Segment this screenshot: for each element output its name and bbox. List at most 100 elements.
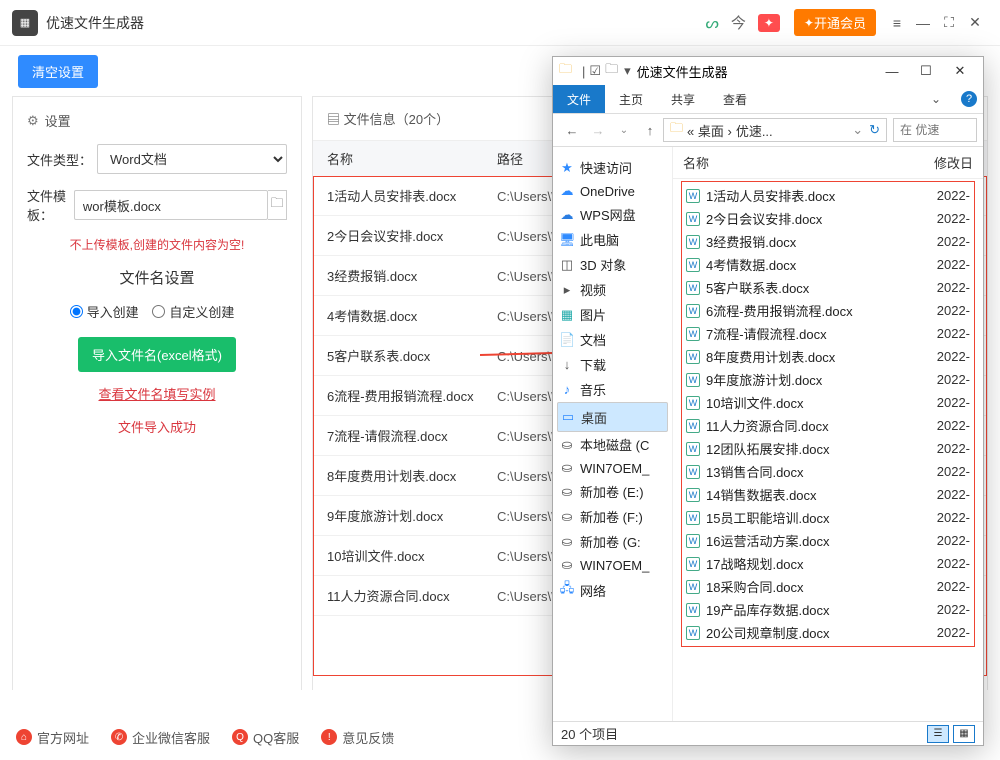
explorer-list: 名称 修改日 W1活动人员安排表.docx2022-W2今日会议安排.docx2… — [673, 147, 983, 721]
tab-share[interactable]: 共享 — [657, 85, 709, 113]
file-date: 2022- — [920, 533, 970, 548]
explorer-col-name[interactable]: 名称 — [683, 153, 923, 172]
radio-import[interactable]: 导入创建 — [70, 302, 139, 321]
sidebar-item[interactable]: ⛀ 新加卷 (F:) — [557, 504, 668, 529]
footer-qq[interactable]: QQQ客服 — [232, 728, 299, 747]
sidebar-icon: ⛀ — [559, 509, 575, 525]
sidebar-item[interactable]: ★快速访问 — [557, 155, 668, 180]
file-row[interactable]: W6流程-费用报销流程.docx2022- — [684, 299, 972, 322]
sidebar-item[interactable]: ▸视频 — [557, 277, 668, 302]
browse-template-button[interactable]: 🗀 — [268, 190, 287, 220]
explorer-minimize[interactable]: — — [875, 64, 909, 79]
sidebar-label: 新加卷 (F:) — [580, 507, 643, 526]
sidebar-item[interactable]: ↓下载 — [557, 352, 668, 377]
sidebar-item[interactable]: 📄文档 — [557, 327, 668, 352]
docx-icon: W — [686, 626, 700, 640]
view-details-icon[interactable]: ☰ — [927, 725, 949, 743]
maximize-icon[interactable]: ⛶ — [936, 14, 962, 31]
sidebar-item[interactable]: 🖥此电脑 — [557, 227, 668, 252]
explorer-col-date[interactable]: 修改日 — [923, 153, 973, 172]
path-bar[interactable]: 🗀 « 桌面 › 优速... ⌄ ↻ — [663, 118, 887, 142]
footer-feedback[interactable]: !意见反馈 — [321, 728, 394, 747]
qq-icon: Q — [232, 729, 248, 745]
example-link[interactable]: 查看文件名填写实例 — [27, 384, 287, 403]
file-row[interactable]: W5客户联系表.docx2022- — [684, 276, 972, 299]
file-date: 2022- — [920, 395, 970, 410]
sidebar-label: 新加卷 (G: — [580, 532, 641, 551]
view-icons-icon[interactable]: ▦ — [953, 725, 975, 743]
minimize-icon[interactable]: — — [910, 15, 936, 31]
tab-view[interactable]: 查看 — [709, 85, 761, 113]
sidebar-item[interactable]: ◫3D 对象 — [557, 252, 668, 277]
file-row[interactable]: W18采购合同.docx2022- — [684, 575, 972, 598]
tab-home[interactable]: 主页 — [605, 85, 657, 113]
nav-back[interactable]: ← — [559, 123, 585, 138]
sidebar-label: WIN7OEM_ — [580, 461, 649, 476]
sidebar-icon: 🖧 — [559, 579, 575, 601]
file-row[interactable]: W20公司规章制度.docx2022- — [684, 621, 972, 644]
file-row[interactable]: W16运营活动方案.docx2022- — [684, 529, 972, 552]
close-icon[interactable]: ✕ — [962, 14, 988, 31]
file-row[interactable]: W13销售合同.docx2022- — [684, 460, 972, 483]
refresh-icon[interactable]: ↻ — [869, 122, 880, 138]
explorer-close[interactable]: ✕ — [943, 63, 977, 79]
snake-icon[interactable]: ᔕ — [705, 14, 718, 32]
username-initial[interactable]: 今 — [731, 12, 746, 33]
tab-file[interactable]: 文件 — [553, 85, 605, 113]
sidebar-item[interactable]: ☁OneDrive — [557, 180, 668, 202]
nav-up[interactable]: ↑ — [637, 123, 663, 138]
file-row[interactable]: W8年度费用计划表.docx2022- — [684, 345, 972, 368]
sidebar-item[interactable]: ⛀WIN7OEM_ — [557, 457, 668, 479]
path-dropdown-icon[interactable]: ⌄ — [852, 122, 863, 138]
sidebar-item[interactable]: ▭桌面 — [557, 402, 668, 432]
file-icon: ▤ — [327, 112, 344, 127]
folder-icon: 🗀 — [559, 60, 572, 82]
file-row[interactable]: W4考情数据.docx2022- — [684, 253, 972, 276]
file-name: 9年度旅游计划.docx — [706, 370, 920, 389]
file-row[interactable]: W3经费报销.docx2022- — [684, 230, 972, 253]
file-row[interactable]: W14销售数据表.docx2022- — [684, 483, 972, 506]
file-row[interactable]: W17战略规划.docx2022- — [684, 552, 972, 575]
path-folder-icon: 🗀 — [670, 119, 683, 141]
sidebar-item[interactable]: ☁WPS网盘 — [557, 202, 668, 227]
sidebar-item[interactable]: ⛀本地磁盘 (C — [557, 432, 668, 457]
vip-button[interactable]: ✦ 开通会员 — [794, 9, 876, 36]
menu-icon[interactable]: ≡ — [884, 15, 910, 31]
badge-icon[interactable]: ✦ — [758, 14, 780, 32]
sidebar-label: WPS网盘 — [580, 205, 636, 224]
qat-checkbox-icon[interactable]: ☑ — [589, 63, 601, 79]
sidebar-item[interactable]: 🖧网络 — [557, 576, 668, 604]
qat-folder-icon[interactable]: 🗀 — [605, 60, 618, 82]
file-row[interactable]: W7流程-请假流程.docx2022- — [684, 322, 972, 345]
sidebar-item[interactable]: ⛀WIN7OEM_ — [557, 554, 668, 576]
nav-history-dropdown[interactable]: ⌄ — [611, 125, 637, 136]
footer-site[interactable]: ⌂官方网址 — [16, 728, 89, 747]
docx-icon: W — [686, 580, 700, 594]
sidebar-item[interactable]: ♪音乐 — [557, 377, 668, 402]
ribbon-expand[interactable]: ⌄ — [917, 85, 955, 113]
template-input[interactable] — [74, 190, 268, 220]
file-row[interactable]: W11人力资源合同.docx2022- — [684, 414, 972, 437]
file-row[interactable]: W1活动人员安排表.docx2022- — [684, 184, 972, 207]
qat-dropdown-icon[interactable]: ▾ — [624, 63, 631, 79]
file-row[interactable]: W12团队拓展安排.docx2022- — [684, 437, 972, 460]
file-type-select[interactable]: Word文档 — [97, 144, 287, 174]
radio-custom[interactable]: 自定义创建 — [152, 302, 234, 321]
file-name: 16运营活动方案.docx — [706, 531, 920, 550]
file-row[interactable]: W19产品库存数据.docx2022- — [684, 598, 972, 621]
nav-forward[interactable]: → — [585, 123, 611, 138]
import-filenames-button[interactable]: 导入文件名(excel格式) — [78, 337, 236, 372]
footer-wechat[interactable]: ✆企业微信客服 — [111, 728, 210, 747]
file-row[interactable]: W2今日会议安排.docx2022- — [684, 207, 972, 230]
sidebar-item[interactable]: ⛀新加卷 (G: — [557, 529, 668, 554]
explorer-titlebar[interactable]: 🗀 | ☑ 🗀 ▾ 优速文件生成器 — ☐ ✕ — [553, 57, 983, 85]
file-row[interactable]: W9年度旅游计划.docx2022- — [684, 368, 972, 391]
file-row[interactable]: W10培训文件.docx2022- — [684, 391, 972, 414]
sidebar-item[interactable]: ▦图片 — [557, 302, 668, 327]
help-icon[interactable]: ? — [961, 91, 977, 107]
sidebar-item[interactable]: ⛀新加卷 (E:) — [557, 479, 668, 504]
explorer-maximize[interactable]: ☐ — [909, 63, 943, 79]
clear-settings-button[interactable]: 清空设置 — [18, 55, 98, 88]
explorer-search[interactable] — [893, 118, 977, 142]
file-row[interactable]: W15员工职能培训.docx2022- — [684, 506, 972, 529]
